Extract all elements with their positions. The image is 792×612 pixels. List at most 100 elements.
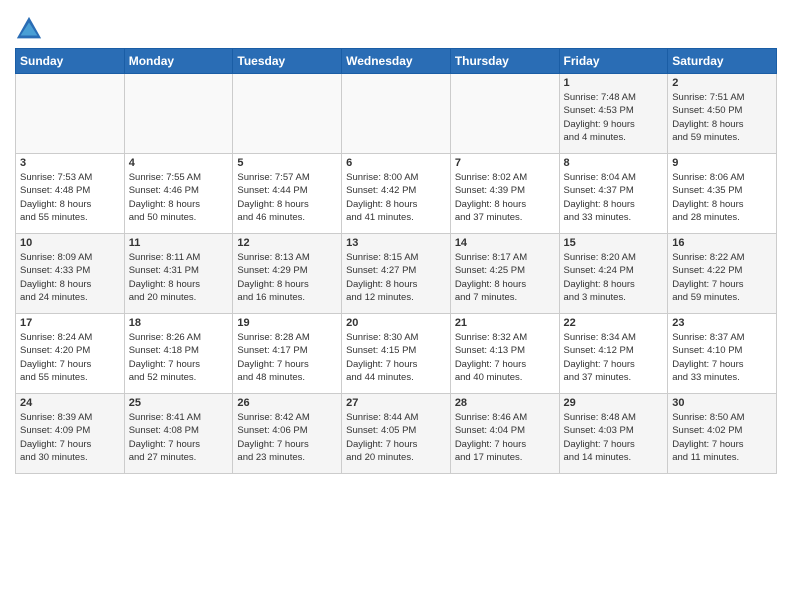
day-info: Sunrise: 8:20 AMSunset: 4:24 PMDaylight:… [564, 251, 664, 304]
header-row: SundayMondayTuesdayWednesdayThursdayFrid… [16, 49, 777, 74]
day-info: Sunrise: 8:22 AMSunset: 4:22 PMDaylight:… [672, 251, 772, 304]
day-cell: 13 Sunrise: 8:15 AMSunset: 4:27 PMDayligh… [342, 234, 451, 314]
day-number: 17 [20, 317, 120, 329]
day-cell: 7 Sunrise: 8:02 AMSunset: 4:39 PMDaylight… [450, 154, 559, 234]
day-number: 12 [237, 237, 337, 249]
day-info: Sunrise: 8:32 AMSunset: 4:13 PMDaylight:… [455, 331, 555, 384]
day-info: Sunrise: 8:17 AMSunset: 4:25 PMDaylight:… [455, 251, 555, 304]
day-number: 4 [129, 157, 229, 169]
day-number: 25 [129, 397, 229, 409]
day-number: 6 [346, 157, 446, 169]
day-cell: 1 Sunrise: 7:48 AMSunset: 4:53 PMDaylight… [559, 74, 668, 154]
day-cell: 29Sunrise: 8:48 AMSunset: 4:03 PMDayligh… [559, 394, 668, 474]
day-info: Sunrise: 7:51 AMSunset: 4:50 PMDaylight:… [672, 91, 772, 144]
day-cell [342, 74, 451, 154]
calendar-header: SundayMondayTuesdayWednesdayThursdayFrid… [16, 49, 777, 74]
day-info: Sunrise: 8:09 AMSunset: 4:33 PMDaylight:… [20, 251, 120, 304]
week-row-2: 3 Sunrise: 7:53 AMSunset: 4:48 PMDaylight… [16, 154, 777, 234]
day-cell: 17 Sunrise: 8:24 AMSunset: 4:20 PMDayligh… [16, 314, 125, 394]
day-cell: 5Sunrise: 7:57 AMSunset: 4:44 PMDaylight… [233, 154, 342, 234]
week-row-3: 10 Sunrise: 8:09 AMSunset: 4:33 PMDayligh… [16, 234, 777, 314]
day-number: 24 [20, 397, 120, 409]
day-cell: 8 Sunrise: 8:04 AMSunset: 4:37 PMDaylight… [559, 154, 668, 234]
day-cell: 30Sunrise: 8:50 AMSunset: 4:02 PMDayligh… [668, 394, 777, 474]
day-number: 9 [672, 157, 772, 169]
day-number: 22 [564, 317, 664, 329]
week-row-4: 17 Sunrise: 8:24 AMSunset: 4:20 PMDayligh… [16, 314, 777, 394]
day-cell [233, 74, 342, 154]
day-info: Sunrise: 8:15 AMSunset: 4:27 PMDaylight:… [346, 251, 446, 304]
header-cell-sunday: Sunday [16, 49, 125, 74]
day-number: 21 [455, 317, 555, 329]
day-number: 10 [20, 237, 120, 249]
day-cell: 9 Sunrise: 8:06 AMSunset: 4:35 PMDaylight… [668, 154, 777, 234]
day-cell: 24 Sunrise: 8:39 AMSunset: 4:09 PMDayligh… [16, 394, 125, 474]
day-cell: 20Sunrise: 8:30 AMSunset: 4:15 PMDayligh… [342, 314, 451, 394]
day-info: Sunrise: 8:37 AMSunset: 4:10 PMDaylight:… [672, 331, 772, 384]
day-number: 11 [129, 237, 229, 249]
day-info: Sunrise: 8:26 AMSunset: 4:18 PMDaylight:… [129, 331, 229, 384]
header-cell-friday: Friday [559, 49, 668, 74]
day-cell [124, 74, 233, 154]
day-info: Sunrise: 8:06 AMSunset: 4:35 PMDaylight:… [672, 171, 772, 224]
day-cell: 14 Sunrise: 8:17 AMSunset: 4:25 PMDayligh… [450, 234, 559, 314]
week-row-1: 1 Sunrise: 7:48 AMSunset: 4:53 PMDaylight… [16, 74, 777, 154]
day-number: 16 [672, 237, 772, 249]
day-cell: 26 Sunrise: 8:42 AMSunset: 4:06 PMDayligh… [233, 394, 342, 474]
logo-icon [15, 15, 43, 43]
day-number: 15 [564, 237, 664, 249]
day-number: 2 [672, 77, 772, 89]
day-number: 7 [455, 157, 555, 169]
page-container: SundayMondayTuesdayWednesdayThursdayFrid… [0, 0, 792, 479]
day-info: Sunrise: 8:04 AMSunset: 4:37 PMDaylight:… [564, 171, 664, 224]
day-info: Sunrise: 7:53 AMSunset: 4:48 PMDaylight:… [20, 171, 120, 224]
logo [15, 15, 46, 43]
day-info: Sunrise: 7:55 AMSunset: 4:46 PMDaylight:… [129, 171, 229, 224]
day-info: Sunrise: 8:13 AMSunset: 4:29 PMDaylight:… [237, 251, 337, 304]
day-cell: 12 Sunrise: 8:13 AMSunset: 4:29 PMDayligh… [233, 234, 342, 314]
calendar-table: SundayMondayTuesdayWednesdayThursdayFrid… [15, 48, 777, 474]
day-cell: 10 Sunrise: 8:09 AMSunset: 4:33 PMDayligh… [16, 234, 125, 314]
week-row-5: 24 Sunrise: 8:39 AMSunset: 4:09 PMDayligh… [16, 394, 777, 474]
day-info: Sunrise: 8:11 AMSunset: 4:31 PMDaylight:… [129, 251, 229, 304]
day-number: 8 [564, 157, 664, 169]
day-number: 19 [237, 317, 337, 329]
day-info: Sunrise: 8:41 AMSunset: 4:08 PMDaylight:… [129, 411, 229, 464]
day-number: 18 [129, 317, 229, 329]
day-info: Sunrise: 8:46 AMSunset: 4:04 PMDaylight:… [455, 411, 555, 464]
day-cell: 25 Sunrise: 8:41 AMSunset: 4:08 PMDayligh… [124, 394, 233, 474]
day-cell [16, 74, 125, 154]
day-cell: 16 Sunrise: 8:22 AMSunset: 4:22 PMDayligh… [668, 234, 777, 314]
day-info: Sunrise: 8:39 AMSunset: 4:09 PMDaylight:… [20, 411, 120, 464]
day-cell: 3 Sunrise: 7:53 AMSunset: 4:48 PMDaylight… [16, 154, 125, 234]
day-number: 23 [672, 317, 772, 329]
day-info: Sunrise: 8:34 AMSunset: 4:12 PMDaylight:… [564, 331, 664, 384]
day-info: Sunrise: 8:02 AMSunset: 4:39 PMDaylight:… [455, 171, 555, 224]
day-number: 1 [564, 77, 664, 89]
day-cell: 21 Sunrise: 8:32 AMSunset: 4:13 PMDayligh… [450, 314, 559, 394]
day-number: 20 [346, 317, 446, 329]
header [15, 10, 777, 43]
day-number: 5 [237, 157, 337, 169]
day-cell: 4 Sunrise: 7:55 AMSunset: 4:46 PMDaylight… [124, 154, 233, 234]
day-info: Sunrise: 8:28 AMSunset: 4:17 PMDaylight:… [237, 331, 337, 384]
day-cell: 19 Sunrise: 8:28 AMSunset: 4:17 PMDayligh… [233, 314, 342, 394]
day-cell: 15 Sunrise: 8:20 AMSunset: 4:24 PMDayligh… [559, 234, 668, 314]
day-number: 26 [237, 397, 337, 409]
day-info: Sunrise: 8:44 AMSunset: 4:05 PMDaylight:… [346, 411, 446, 464]
calendar-body: 1 Sunrise: 7:48 AMSunset: 4:53 PMDaylight… [16, 74, 777, 474]
day-info: Sunrise: 8:24 AMSunset: 4:20 PMDaylight:… [20, 331, 120, 384]
header-cell-saturday: Saturday [668, 49, 777, 74]
day-info: Sunrise: 8:48 AMSunset: 4:03 PMDaylight:… [564, 411, 664, 464]
day-number: 13 [346, 237, 446, 249]
day-info: Sunrise: 8:42 AMSunset: 4:06 PMDaylight:… [237, 411, 337, 464]
day-cell: 11 Sunrise: 8:11 AMSunset: 4:31 PMDayligh… [124, 234, 233, 314]
day-info: Sunrise: 8:00 AMSunset: 4:42 PMDaylight:… [346, 171, 446, 224]
day-info: Sunrise: 7:48 AMSunset: 4:53 PMDaylight:… [564, 91, 664, 144]
day-cell: 18 Sunrise: 8:26 AMSunset: 4:18 PMDayligh… [124, 314, 233, 394]
header-cell-monday: Monday [124, 49, 233, 74]
day-number: 3 [20, 157, 120, 169]
day-number: 30 [672, 397, 772, 409]
day-number: 14 [455, 237, 555, 249]
day-cell: 6 Sunrise: 8:00 AMSunset: 4:42 PMDaylight… [342, 154, 451, 234]
